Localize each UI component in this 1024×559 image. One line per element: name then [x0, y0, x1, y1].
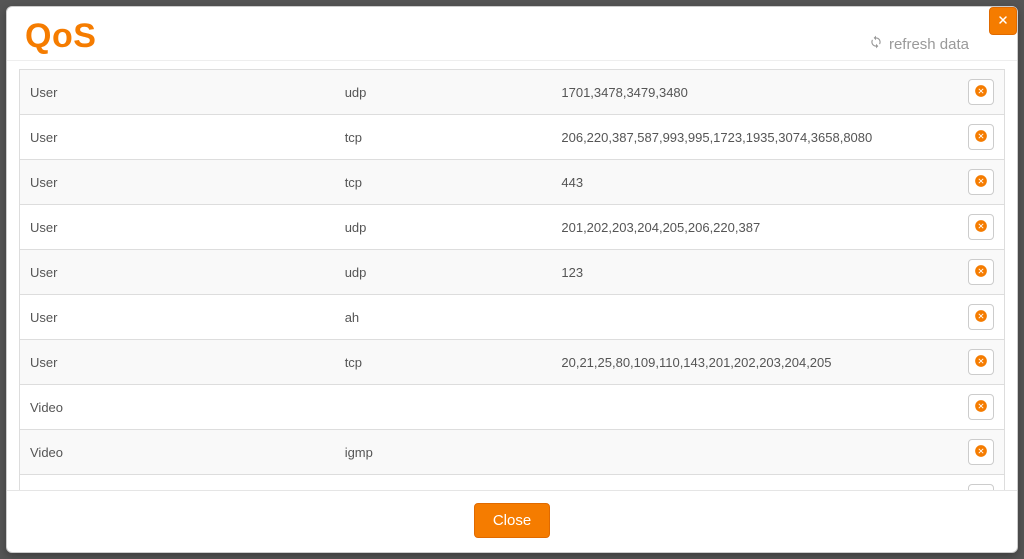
rule-protocol: tcp [335, 160, 552, 205]
rule-actions [958, 160, 1005, 205]
rule-actions [958, 475, 1005, 491]
rule-ports: 554 [551, 475, 958, 491]
rule-ports [551, 385, 958, 430]
delete-icon [974, 174, 988, 191]
refresh-data-button[interactable]: refresh data [869, 35, 969, 53]
table-row: Userudp1701,3478,3479,3480 [20, 70, 1005, 115]
close-icon [997, 13, 1009, 29]
rule-ports: 206,220,387,587,993,995,1723,1935,3074,3… [551, 115, 958, 160]
rule-actions [958, 295, 1005, 340]
delete-rule-button[interactable] [968, 214, 994, 240]
table-row: Video [20, 385, 1005, 430]
rule-protocol: udp [335, 70, 552, 115]
delete-icon [974, 444, 988, 461]
modal-body[interactable]: Userudp1701,3478,3479,3480Usertcp206,220… [7, 60, 1017, 490]
delete-rule-button[interactable] [968, 304, 994, 330]
rule-category: Video [20, 385, 335, 430]
rule-category: User [20, 70, 335, 115]
rule-ports [551, 295, 958, 340]
refresh-label: refresh data [889, 36, 969, 53]
rule-actions [958, 250, 1005, 295]
rule-protocol: tcp [335, 115, 552, 160]
rule-ports [551, 430, 958, 475]
rule-protocol: udp [335, 250, 552, 295]
rule-actions [958, 115, 1005, 160]
rule-ports: 443 [551, 160, 958, 205]
rule-ports: 1701,3478,3479,3480 [551, 70, 958, 115]
table-row: Userudp201,202,203,204,205,206,220,387 [20, 205, 1005, 250]
modal-close-x-button[interactable] [989, 7, 1017, 35]
rules-table: Userudp1701,3478,3479,3480Usertcp206,220… [19, 69, 1005, 490]
delete-rule-button[interactable] [968, 439, 994, 465]
delete-icon [974, 84, 988, 101]
rule-category: User [20, 295, 335, 340]
delete-rule-button[interactable] [968, 169, 994, 195]
rule-ports: 201,202,203,204,205,206,220,387 [551, 205, 958, 250]
delete-icon [974, 399, 988, 416]
rule-ports: 123 [551, 250, 958, 295]
rule-protocol: igmp [335, 430, 552, 475]
table-row: Videoigmp [20, 430, 1005, 475]
rule-category: User [20, 250, 335, 295]
rule-protocol: tcp [335, 475, 552, 491]
delete-icon [974, 309, 988, 326]
rule-actions [958, 70, 1005, 115]
table-row: Usertcp206,220,387,587,993,995,1723,1935… [20, 115, 1005, 160]
close-button[interactable]: Close [474, 503, 550, 538]
delete-rule-button[interactable] [968, 394, 994, 420]
rule-category: User [20, 340, 335, 385]
table-row: Videotcp554 [20, 475, 1005, 491]
rule-protocol: udp [335, 205, 552, 250]
rule-category: User [20, 205, 335, 250]
rule-actions [958, 430, 1005, 475]
table-row: Usertcp443 [20, 160, 1005, 205]
rule-actions [958, 205, 1005, 250]
delete-icon [974, 264, 988, 281]
rule-protocol: ah [335, 295, 552, 340]
rule-category: Video [20, 475, 335, 491]
rule-protocol: tcp [335, 340, 552, 385]
delete-rule-button[interactable] [968, 79, 994, 105]
rule-actions [958, 385, 1005, 430]
delete-icon [974, 354, 988, 371]
rule-category: User [20, 160, 335, 205]
close-button-label: Close [493, 512, 531, 529]
rule-ports: 20,21,25,80,109,110,143,201,202,203,204,… [551, 340, 958, 385]
rule-protocol [335, 385, 552, 430]
delete-rule-button[interactable] [968, 124, 994, 150]
modal-header: QoS refresh data [7, 7, 1017, 60]
refresh-icon [869, 35, 883, 53]
rule-actions [958, 340, 1005, 385]
table-row: Usertcp20,21,25,80,109,110,143,201,202,2… [20, 340, 1005, 385]
table-row: Userudp123 [20, 250, 1005, 295]
delete-icon [974, 219, 988, 236]
modal-footer: Close [7, 490, 1017, 552]
delete-rule-button[interactable] [968, 349, 994, 375]
modal-title: QoS [25, 17, 999, 56]
table-row: Userah [20, 295, 1005, 340]
delete-icon [974, 129, 988, 146]
qos-modal: QoS refresh data Userudp1701,3478,3479,3… [6, 6, 1018, 553]
rule-category: User [20, 115, 335, 160]
rule-category: Video [20, 430, 335, 475]
delete-rule-button[interactable] [968, 259, 994, 285]
